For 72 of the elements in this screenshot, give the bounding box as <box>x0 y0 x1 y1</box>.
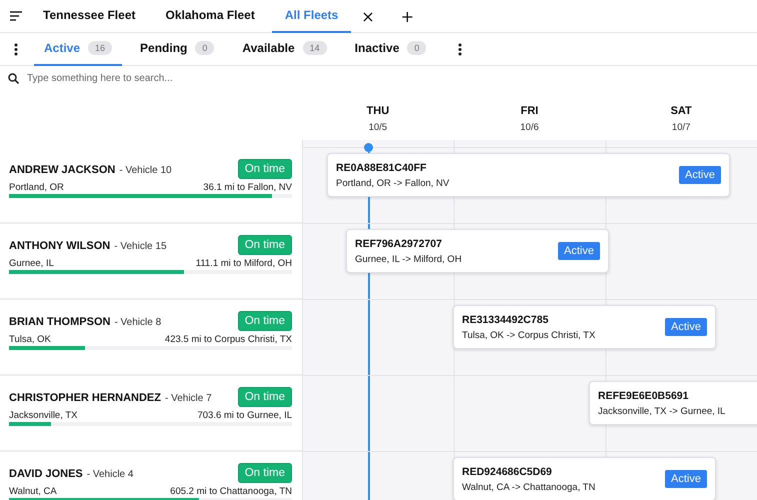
add-tab-button[interactable]: + <box>390 0 424 32</box>
driver-name: DAVID JONES <box>9 468 83 480</box>
vehicle-label: - Vehicle 4 <box>86 469 134 480</box>
origin-text: Portland, OR <box>9 182 64 193</box>
status-tab[interactable]: Available 14 <box>232 32 337 66</box>
day-date: 10/7 <box>672 122 690 133</box>
driver-name: CHRISTOPHER HERNANDEZ <box>9 392 161 404</box>
count-badge: 0 <box>407 41 426 55</box>
vehicle-label: - Vehicle 10 <box>119 165 172 176</box>
trip-status-badge: Active <box>558 242 600 260</box>
driver-row[interactable]: BRIAN THOMPSON - Vehicle 8 On time Tulsa, OK 423.5 mi to Corpus Christi, TX <box>0 300 302 376</box>
count-badge: 16 <box>88 41 112 55</box>
status-badge: On time <box>238 159 292 179</box>
status-tab[interactable]: Inactive 0 <box>344 32 436 66</box>
status-badge: On time <box>238 311 292 331</box>
distance-text: 36.1 mi to Fallon, NV <box>203 182 292 193</box>
status-badge: On time <box>238 463 292 483</box>
origin-text: Jacksonville, TX <box>9 410 78 421</box>
more-icon <box>14 42 18 56</box>
status-tab[interactable]: Pending 0 <box>130 32 224 66</box>
route-text: Gurnee, IL -> Milford, OH <box>355 254 462 264</box>
route-text: Tulsa, OK -> Corpus Christi, TX <box>462 330 596 340</box>
status-badge: On time <box>238 235 292 255</box>
day-date: 10/6 <box>520 122 539 133</box>
route-text: Portland, OR -> Fallon, NV <box>336 178 450 188</box>
day-name: THU <box>366 105 390 117</box>
day-date: 10/5 <box>368 122 388 133</box>
driver-row[interactable]: CHRISTOPHER HERNANDEZ - Vehicle 7 On time Jacksonville, TX 703.6 mi to Gurnee, IL <box>0 376 302 452</box>
vehicle-label: - Vehicle 15 <box>114 241 167 252</box>
status-tab[interactable]: Active 16 <box>34 32 122 66</box>
trip-id: RED924686C5D69 <box>462 466 553 478</box>
trip-card[interactable]: REF796A2972707 Gurnee, IL -> Milford, OH Active <box>346 229 609 273</box>
distance-text: 703.6 mi to Gurnee, IL <box>197 410 292 421</box>
close-tab-button[interactable]: × <box>351 0 385 32</box>
trip-status-badge: Active <box>665 470 707 488</box>
driver-row[interactable]: DAVID JONES - Vehicle 4 On time Walnut, CA 605.2 mi to Chattanooga, TN <box>0 452 302 500</box>
fleet-tab[interactable]: All Fleets <box>272 0 352 32</box>
vehicle-label: - Vehicle 7 <box>164 393 212 404</box>
trip-id: RE31334492C785 <box>462 314 550 326</box>
route-text: Jacksonville, TX -> Gurnee, IL <box>598 406 726 416</box>
driver-name: ANDREW JACKSON <box>9 164 116 176</box>
route-text: Walnut, CA -> Chattanooga, TN <box>462 482 596 492</box>
distance-text: 111.1 mi to Milford, OH <box>196 258 292 269</box>
menu-icon <box>10 11 22 21</box>
trip-card[interactable]: RED924686C5D69 Walnut, CA -> Chattanooga, TN Active <box>453 457 716 500</box>
fleet-tab[interactable]: Oklahoma Fleet <box>152 0 268 32</box>
more-icon <box>458 42 462 56</box>
trip-id: REFE9E6E0B5691 <box>598 390 690 402</box>
trip-status-badge: Active <box>679 166 721 184</box>
vehicle-label: - Vehicle 8 <box>114 317 162 328</box>
trip-card[interactable]: REFE9E6E0B5691 Jacksonville, TX -> Gurnee, IL <box>589 381 757 425</box>
trip-id: RE0A88E81C40FF <box>336 162 428 174</box>
origin-text: Tulsa, OK <box>9 334 51 345</box>
count-badge: 14 <box>302 41 327 55</box>
driver-name: ANTHONY WILSON <box>9 240 110 252</box>
search-icon <box>8 72 19 84</box>
trip-status-badge: Active <box>665 318 707 336</box>
origin-text: Walnut, CA <box>9 486 57 497</box>
day-name: FRI <box>520 105 538 117</box>
driver-row[interactable]: ANDREW JACKSON - Vehicle 10 On time Portland, OR 36.1 mi to Fallon, NV <box>0 148 302 224</box>
count-badge: 0 <box>195 41 214 55</box>
fleet-tab[interactable]: Tennessee Fleet <box>30 0 148 32</box>
distance-text: 423.5 mi to Corpus Christi, TX <box>164 334 292 345</box>
trip-card[interactable]: RE0A88E81C40FF Portland, OR -> Fallon, NV Active <box>327 153 730 197</box>
driver-name: BRIAN THOMPSON <box>9 316 110 328</box>
origin-text: Gurnee, IL <box>9 258 54 269</box>
status-badge: On time <box>238 387 292 407</box>
day-name: SAT <box>670 105 692 117</box>
driver-row[interactable]: ANTHONY WILSON - Vehicle 15 On time Gurnee, IL 111.1 mi to Milford, OH <box>0 224 302 300</box>
trip-card[interactable]: RE31334492C785 Tulsa, OK -> Corpus Christi, TX Active <box>453 305 716 349</box>
distance-text: 605.2 mi to Chattanooga, TN <box>170 486 292 497</box>
trip-id: REF796A2972707 <box>355 238 443 250</box>
